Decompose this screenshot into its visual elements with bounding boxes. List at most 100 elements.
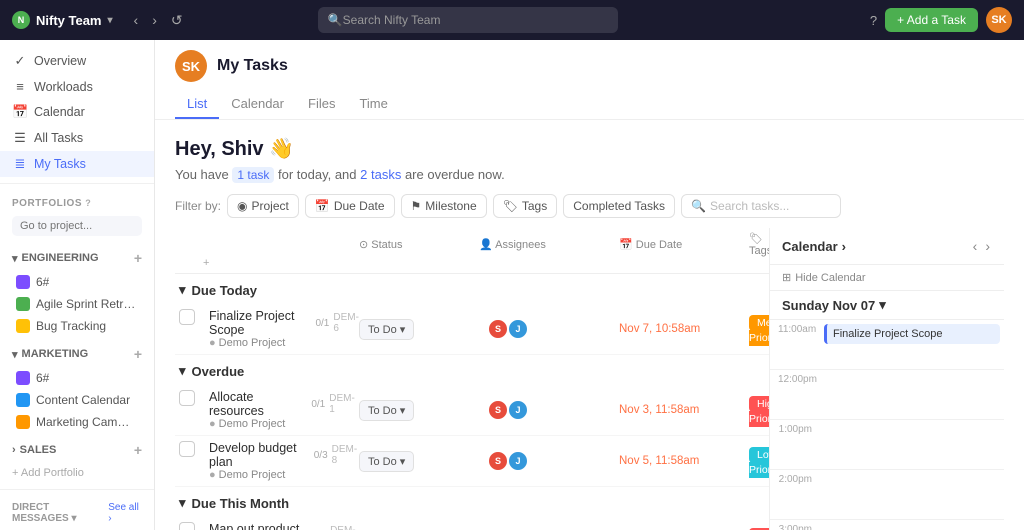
calendar-day-header[interactable]: Sunday Nov 07 ▾ — [770, 291, 1004, 320]
see-all-link[interactable]: See all › — [108, 502, 142, 524]
filter-completed-button[interactable]: Completed Tasks — [563, 194, 675, 218]
col-header-add[interactable]: + — [203, 257, 359, 269]
filter-project-button[interactable]: ◉ Project — [227, 194, 299, 218]
task-title-row: Allocate resources 0/1 DEM-1 — [209, 390, 359, 418]
add-task-button[interactable]: + Add a Task — [885, 8, 978, 32]
time-slot-3pm: 3:00pm — [770, 520, 1004, 530]
table-row: Allocate resources 0/1 DEM-1 ● Demo Proj… — [175, 385, 769, 436]
task-checkbox[interactable] — [179, 390, 195, 406]
task-name-cell: Finalize Project Scope 0/1 DEM-6 ● Demo … — [179, 309, 359, 349]
project-content-calendar[interactable]: Content Calendar — [0, 389, 154, 411]
content-header-top: SK My Tasks — [175, 50, 1004, 82]
calendar-panel: Calendar › ‹ › ⊞ Hide Calendar — [769, 228, 1004, 530]
page-body: Hey, Shiv 👋 You have 1 task for today, a… — [155, 120, 1024, 530]
slot-content — [820, 370, 1004, 374]
nav-forward-button[interactable]: › — [147, 10, 162, 30]
tab-calendar[interactable]: Calendar — [219, 90, 296, 119]
project-bug-tracking[interactable]: Bug Tracking — [0, 315, 154, 337]
project-agile[interactable]: Agile Sprint Retrospect... — [0, 293, 154, 315]
task-title-row: Finalize Project Scope 0/1 DEM-6 — [209, 309, 359, 337]
project-marketing-campaigns[interactable]: Marketing Campaigns — [0, 411, 154, 433]
greeting-text: Hey, Shiv 👋 — [175, 136, 1004, 161]
task-subtask-count: 0/1 — [315, 318, 329, 329]
task-status[interactable]: To Do ▾ — [359, 400, 479, 421]
due-this-month-header[interactable]: ▾ Due This Month — [175, 487, 769, 517]
task-priority: High Priority — [749, 395, 769, 425]
task-due-date: Nov 7, 10:58am — [619, 323, 749, 335]
search-input[interactable] — [343, 13, 608, 27]
task-status[interactable]: To Do ▾ — [359, 451, 479, 472]
due-today-label: Due Today — [192, 283, 258, 298]
table-row: Develop budget plan 0/3 DEM-8 ● Demo Pro… — [175, 436, 769, 487]
tab-list[interactable]: List — [175, 90, 219, 119]
sidebar-item-my-tasks[interactable]: ≣ My Tasks — [0, 151, 154, 177]
due-today-chevron: ▾ — [179, 282, 186, 298]
hide-calendar-button[interactable]: ⊞ Hide Calendar — [770, 265, 1004, 291]
priority-badge: Medium Priority — [749, 315, 769, 346]
task-due-date: Nov 5, 11:58am — [619, 455, 749, 467]
task-status[interactable]: To Do ▾ — [359, 319, 479, 340]
calendar-title[interactable]: Calendar › — [782, 239, 846, 254]
due-today-header[interactable]: ▾ Due Today — [175, 274, 769, 304]
sidebar-item-overview[interactable]: ✓ Overview — [0, 48, 154, 74]
slot-content: Finalize Project Scope — [820, 320, 1004, 348]
sidebar-item-workloads[interactable]: ≡ Workloads — [0, 74, 154, 99]
workloads-icon: ≡ — [12, 79, 28, 94]
task-checkbox[interactable] — [179, 522, 195, 530]
overview-icon: ✓ — [12, 53, 28, 69]
calendar-day-chevron: ▾ — [879, 297, 886, 313]
overdue-header[interactable]: ▾ Overdue — [175, 355, 769, 385]
sidebar-label-all-tasks: All Tasks — [34, 131, 83, 145]
status-badge-todo[interactable]: To Do ▾ — [359, 319, 414, 340]
topbar-nav: ‹ › ↺ — [129, 10, 188, 31]
task-name-cell: Allocate resources 0/1 DEM-1 ● Demo Proj… — [179, 390, 359, 430]
filter-due-date-button[interactable]: 📅 Due Date — [305, 194, 395, 218]
calendar-prev-button[interactable]: ‹ — [971, 236, 980, 256]
project-icon — [16, 297, 30, 311]
go-to-project-input[interactable] — [12, 216, 142, 236]
help-icon[interactable]: ? — [870, 13, 877, 28]
task-info: Map out product vision 0/2 DEM-17 ● Demo… — [209, 522, 359, 530]
sidebar-item-all-tasks[interactable]: ☰ All Tasks — [0, 125, 154, 151]
time-label: 2:00pm — [770, 470, 820, 485]
search-bar[interactable]: 🔍 — [318, 7, 618, 33]
filter-label: Filter by: — [175, 199, 221, 213]
filter-milestone-button[interactable]: ⚑ Milestone — [401, 194, 487, 218]
task-subtask-count: 0/3 — [314, 450, 328, 461]
task-checkbox[interactable] — [179, 309, 195, 325]
sales-section[interactable]: › SALES + — [0, 437, 154, 463]
project-mkt-1[interactable]: 6# — [0, 367, 154, 389]
engineering-section[interactable]: ▾ ENGINEERING + — [0, 245, 154, 271]
marketing-add-icon[interactable]: + — [134, 346, 142, 362]
task-checkbox[interactable] — [179, 441, 195, 457]
task-info: Finalize Project Scope 0/1 DEM-6 ● Demo … — [209, 309, 359, 349]
sidebar-label-overview: Overview — [34, 54, 86, 68]
task-assignees: S J — [479, 450, 619, 472]
calendar-event[interactable]: Finalize Project Scope — [824, 324, 1000, 344]
nav-back-button[interactable]: ‹ — [129, 10, 144, 30]
task-name-cell: Develop budget plan 0/3 DEM-8 ● Demo Pro… — [179, 441, 359, 481]
project-name: 6# — [36, 371, 49, 385]
project-filter-icon: ◉ — [237, 199, 247, 213]
task-id: DEM-8 — [332, 444, 359, 466]
tab-files[interactable]: Files — [296, 90, 347, 119]
engineering-add-icon[interactable]: + — [134, 250, 142, 266]
calendar-next-button[interactable]: › — [983, 236, 992, 256]
filter-tags-button[interactable]: 🏷 Tags — [493, 194, 558, 218]
nav-refresh-button[interactable]: ↺ — [166, 10, 188, 31]
add-portfolio-button[interactable]: + Add Portfolio — [0, 463, 154, 483]
tab-time[interactable]: Time — [347, 90, 399, 119]
calendar-nav: ‹ › — [971, 236, 992, 256]
search-tasks-input[interactable]: 🔍 Search tasks... — [681, 194, 841, 218]
project-eng-1[interactable]: 6# — [0, 271, 154, 293]
status-badge-todo[interactable]: To Do ▾ — [359, 400, 414, 421]
section-due-today: ▾ Due Today Finalize Project Scope 0/1 — [175, 274, 769, 355]
status-badge-todo[interactable]: To Do ▾ — [359, 451, 414, 472]
task-info: Allocate resources 0/1 DEM-1 ● Demo Proj… — [209, 390, 359, 430]
sales-add-icon[interactable]: + — [134, 442, 142, 458]
marketing-section[interactable]: ▾ MARKETING + — [0, 341, 154, 367]
sidebar-item-calendar[interactable]: 📅 Calendar — [0, 99, 154, 125]
chevron-down-icon: ▾ — [12, 348, 18, 361]
sales-label: SALES — [20, 444, 57, 456]
calendar-toggle-icon: ⊞ — [782, 271, 791, 284]
